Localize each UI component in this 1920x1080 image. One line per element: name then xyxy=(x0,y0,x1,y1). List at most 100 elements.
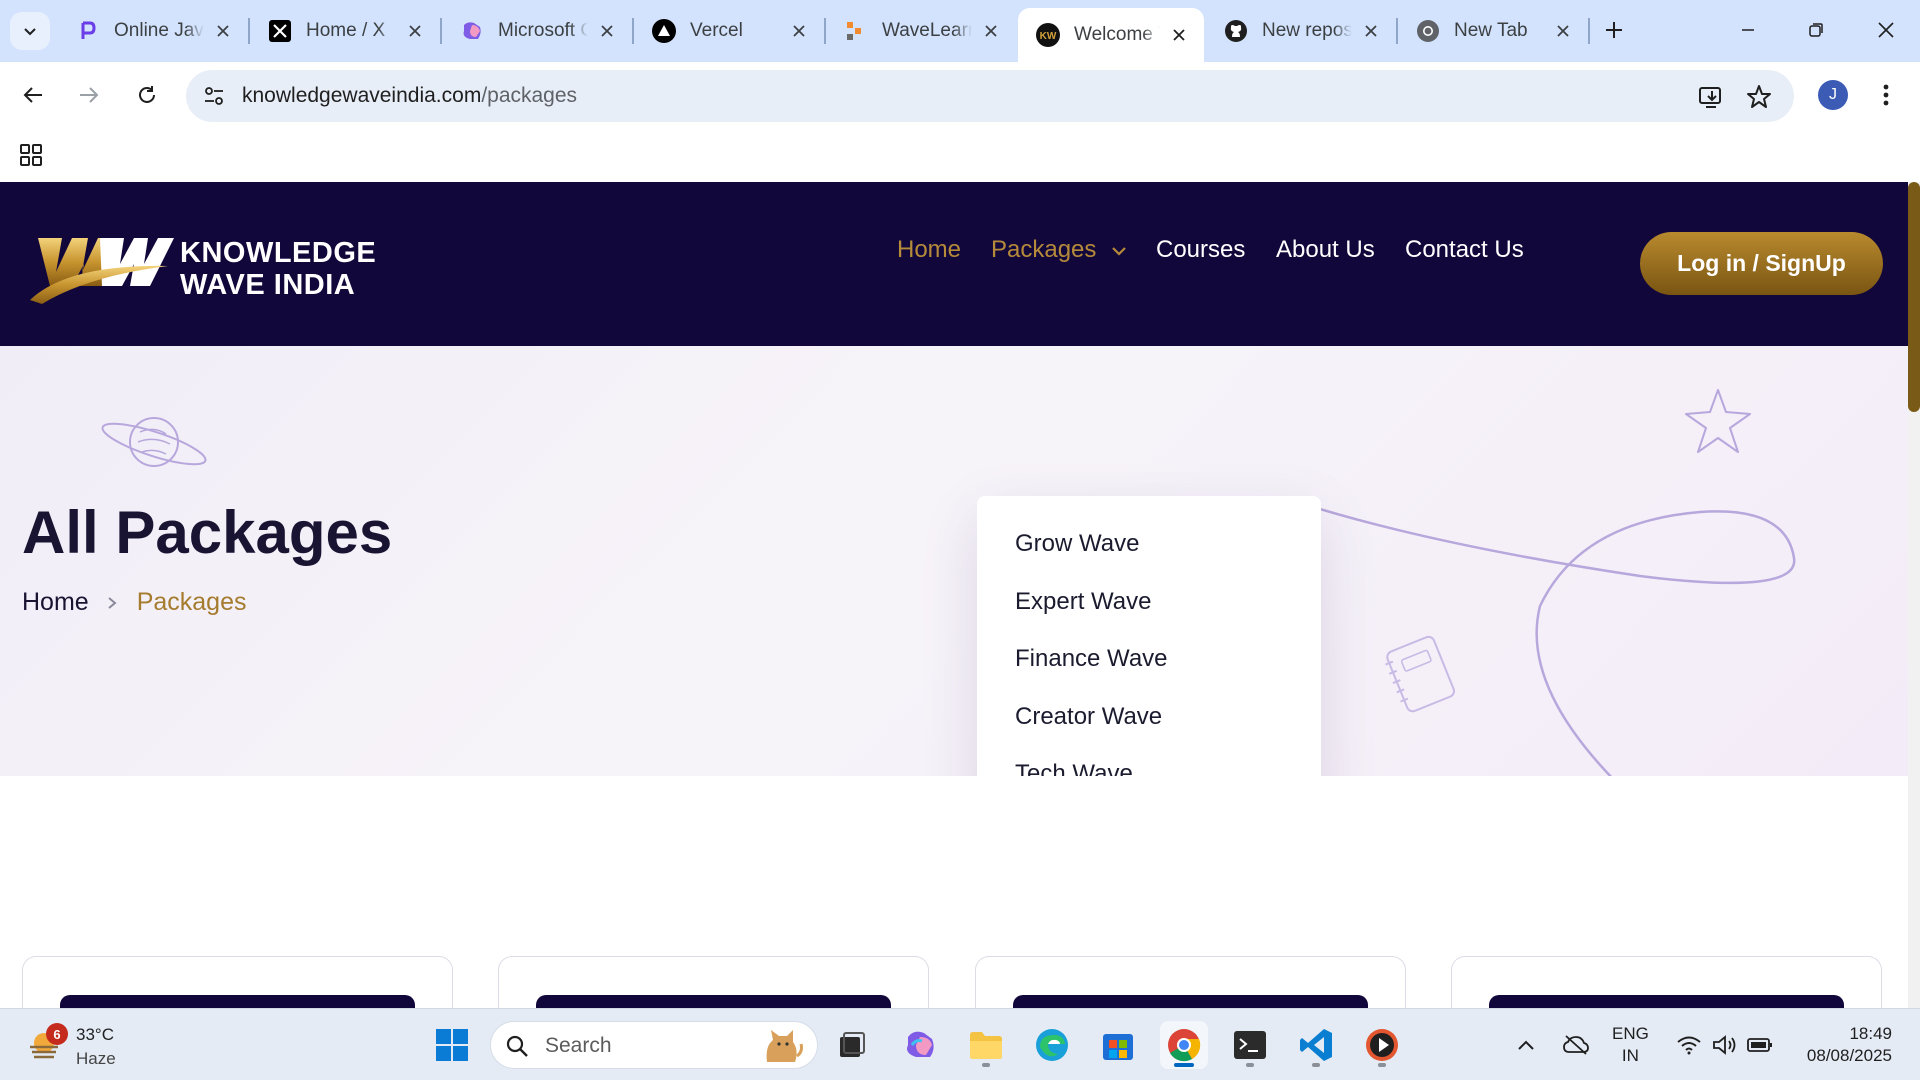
planet-doodle-icon xyxy=(101,417,207,467)
site-info-icon[interactable] xyxy=(200,82,228,110)
tab-online-java[interactable]: Online Java xyxy=(58,10,248,52)
tab-search-button[interactable] xyxy=(10,12,50,50)
page-scrollbar-thumb[interactable] xyxy=(1908,182,1920,412)
close-window-button[interactable] xyxy=(1858,10,1914,50)
system-clock[interactable]: 18:49 08/08/2025 xyxy=(1792,1023,1892,1067)
tab-microsoft-copilot[interactable]: Microsoft Copilot xyxy=(442,10,632,52)
restore-icon xyxy=(1809,23,1823,37)
show-hidden-icons-button[interactable] xyxy=(1512,1023,1540,1067)
tab-title: WaveLearn xyxy=(882,20,972,41)
site-logo[interactable]: KNOWLEDGE WAVE INDIA xyxy=(28,230,376,308)
apps-grid-icon[interactable] xyxy=(16,140,46,170)
back-button[interactable] xyxy=(14,76,52,114)
weather-temp: 33°C xyxy=(76,1025,114,1044)
address-bar[interactable]: knowledgewaveindia.com/packages xyxy=(186,70,1794,122)
close-tab-icon[interactable] xyxy=(1168,24,1190,46)
search-placeholder: Search xyxy=(545,1034,612,1057)
vscode-button[interactable] xyxy=(1292,1021,1340,1069)
media-player-button[interactable] xyxy=(1358,1021,1406,1069)
close-tab-icon[interactable] xyxy=(980,20,1002,42)
bookmarks-bar xyxy=(0,128,1920,182)
tab-wavelearn[interactable]: WaveLearn xyxy=(826,10,1016,52)
close-tab-icon[interactable] xyxy=(788,20,810,42)
breadcrumb-home[interactable]: Home xyxy=(22,588,89,617)
site-header: KNOWLEDGE WAVE INDIA Home Packages Cours… xyxy=(0,182,1908,346)
dropdown-item-tech-wave[interactable]: Tech Wave xyxy=(1015,760,1133,776)
package-card-header xyxy=(60,995,415,1008)
close-tab-icon[interactable] xyxy=(596,20,618,42)
chrome-taskbar-button[interactable] xyxy=(1160,1021,1208,1069)
nav-packages[interactable]: Packages xyxy=(991,236,1127,264)
svg-text:KW: KW xyxy=(1040,31,1057,42)
package-card[interactable] xyxy=(498,956,929,1008)
language-line-2: IN xyxy=(1621,1046,1639,1065)
file-explorer-button[interactable] xyxy=(962,1021,1010,1069)
dropdown-item-grow-wave[interactable]: Grow Wave xyxy=(1015,530,1139,558)
reload-button[interactable] xyxy=(128,76,166,114)
task-view-button[interactable] xyxy=(828,1021,876,1069)
edge-button[interactable] xyxy=(1028,1021,1076,1069)
package-card-header xyxy=(1489,995,1844,1008)
taskbar-search[interactable]: Search xyxy=(490,1021,818,1069)
reload-icon xyxy=(139,86,155,103)
nav-courses[interactable]: Courses xyxy=(1156,236,1245,264)
dropdown-item-creator-wave[interactable]: Creator Wave xyxy=(1015,703,1162,731)
tab-title: Vercel xyxy=(690,20,743,41)
url-text[interactable]: knowledgewaveindia.com/packages xyxy=(242,84,577,108)
weather-widget[interactable]: 6 33°C Haze xyxy=(28,1023,138,1069)
restore-button[interactable] xyxy=(1788,10,1844,50)
close-tab-icon[interactable] xyxy=(1360,20,1382,42)
kw-logo-icon xyxy=(30,238,174,304)
chevron-right-icon xyxy=(107,596,119,610)
onedrive-status[interactable] xyxy=(1560,1023,1592,1067)
close-icon xyxy=(1878,22,1894,38)
logo-wordmark: KNOWLEDGE WAVE INDIA xyxy=(180,237,376,301)
nav-about[interactable]: About Us xyxy=(1276,236,1375,264)
close-tab-icon[interactable] xyxy=(1552,20,1574,42)
battery-status[interactable] xyxy=(1744,1023,1776,1067)
browser-menu-button[interactable] xyxy=(1874,78,1898,112)
browser-tab-bar: Online Java Home / X Microsoft Copilot V… xyxy=(0,0,1920,62)
dropdown-item-finance-wave[interactable]: Finance Wave xyxy=(1015,645,1168,673)
minimize-button[interactable] xyxy=(1720,10,1776,50)
page-hero: All Packages Home Packages Grow Wave Exp… xyxy=(0,346,1908,776)
tab-vercel[interactable]: Vercel xyxy=(634,10,824,52)
tab-title: Microsoft Copilot xyxy=(498,20,588,41)
logo-line-1: KNOWLEDGE xyxy=(180,237,377,269)
dropdown-item-expert-wave[interactable]: Expert Wave xyxy=(1015,588,1152,616)
package-card[interactable] xyxy=(1451,956,1882,1008)
volume-status[interactable] xyxy=(1710,1023,1740,1067)
package-card[interactable] xyxy=(975,956,1406,1008)
vscode-icon xyxy=(1300,1029,1332,1061)
install-app-icon[interactable] xyxy=(1696,82,1726,112)
bookmark-star-icon[interactable] xyxy=(1744,82,1774,112)
new-tab-button[interactable] xyxy=(1598,14,1630,46)
store-icon xyxy=(1103,1034,1133,1060)
forward-button[interactable] xyxy=(70,76,108,114)
tab-title: Online Java xyxy=(114,20,204,41)
notebook-doodle-icon xyxy=(1385,635,1455,713)
chrome-icon xyxy=(1168,1029,1201,1062)
copilot-taskbar-button[interactable] xyxy=(896,1021,944,1069)
package-card[interactable] xyxy=(22,956,453,1008)
close-tab-icon[interactable] xyxy=(404,20,426,42)
tab-github-new-repo[interactable]: New repository xyxy=(1206,10,1396,52)
start-button[interactable] xyxy=(428,1021,476,1069)
login-signup-button[interactable]: Log in / SignUp xyxy=(1640,232,1883,295)
tab-knowledge-wave-active[interactable]: KW Welcome To Knowledge Wave India xyxy=(1018,8,1204,62)
microsoft-store-button[interactable] xyxy=(1094,1021,1142,1069)
tab-new-tab[interactable]: New Tab xyxy=(1398,10,1588,52)
profile-avatar[interactable]: J xyxy=(1818,80,1848,110)
tab-title: Home / X xyxy=(306,20,386,41)
tab-x-home[interactable]: Home / X xyxy=(250,10,440,52)
star-doodle-icon xyxy=(1685,389,1751,453)
search-icon xyxy=(506,1035,528,1057)
page-viewport: KNOWLEDGE WAVE INDIA Home Packages Cours… xyxy=(0,182,1920,1008)
terminal-button[interactable] xyxy=(1226,1021,1274,1069)
language-indicator[interactable]: ENG IN xyxy=(1612,1023,1649,1067)
wifi-status[interactable] xyxy=(1672,1023,1706,1067)
nav-home[interactable]: Home xyxy=(897,236,961,264)
chevron-down-icon xyxy=(1112,246,1126,256)
nav-contact[interactable]: Contact Us xyxy=(1405,236,1524,264)
close-tab-icon[interactable] xyxy=(212,20,234,42)
